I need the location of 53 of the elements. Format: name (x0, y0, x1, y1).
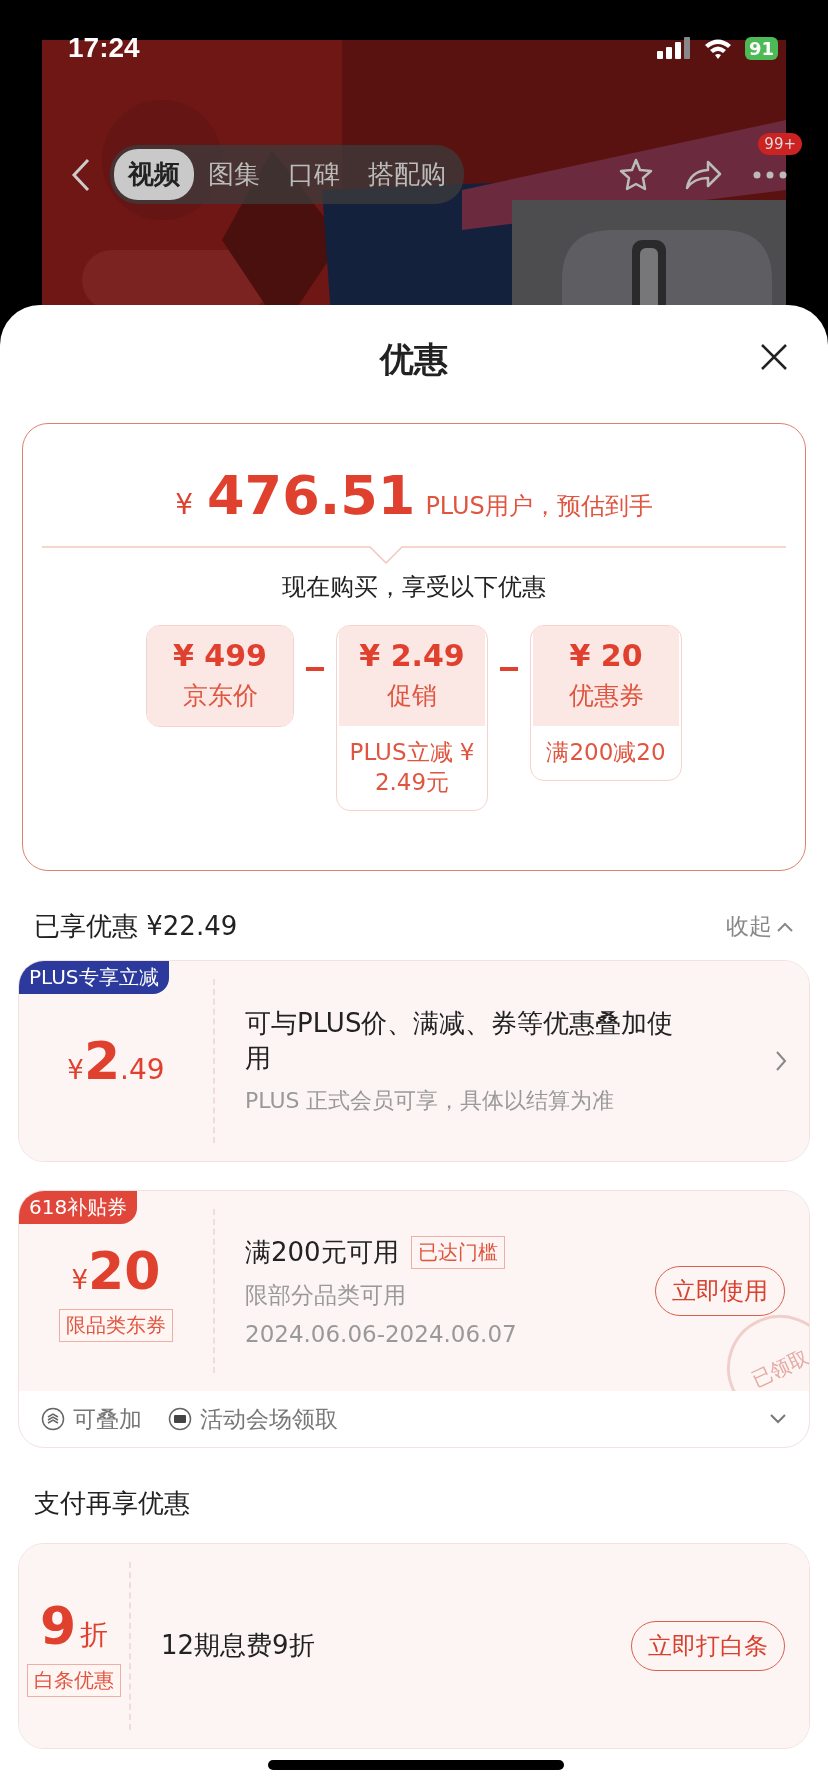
collapse-toggle[interactable]: 收起 (726, 911, 794, 942)
coupon-amount: ¥20 (71, 1240, 161, 1301)
part-label: 京东价 (182, 680, 258, 712)
coupon-title: 可与PLUS价、满减、券等优惠叠加使用 (245, 1006, 675, 1075)
coupon-badge: 白条优惠 (27, 1663, 121, 1697)
media-tab[interactable]: 视频 (114, 149, 194, 200)
close-icon (760, 343, 788, 371)
coupon-amount: 9 折 (39, 1595, 109, 1656)
estimated-price: 476.51 (207, 464, 416, 527)
ticket-icon (168, 1407, 192, 1431)
coupon-note: PLUS 正式会员可享，具体以结算为准 (245, 1087, 616, 1116)
status-badge: 已达门槛 (410, 1236, 505, 1269)
part-amount: ¥ 2.49 (359, 638, 465, 673)
coupon-detail: 2024.06.06-2024.06.07 (245, 1321, 518, 1348)
status-time: 17:24 (68, 32, 140, 64)
part-amount: ¥ 20 (569, 638, 643, 673)
use-button[interactable]: 立即使用 (655, 1266, 785, 1316)
coupon-amount: ¥2.49 (67, 1031, 165, 1091)
more-icon[interactable] (752, 169, 788, 180)
minus-icon (306, 667, 324, 671)
part-amount: ¥ 499 (173, 638, 267, 673)
media-tab[interactable]: 图集 (194, 149, 274, 200)
price-note: PLUS用户，预估到手 (425, 491, 653, 522)
media-tab[interactable]: 口碑 (274, 149, 354, 200)
sheet-title: 优惠 (380, 338, 448, 381)
coupon-title: 满200元可用 (245, 1235, 399, 1269)
part-label: 促销 (387, 680, 437, 712)
coupon-badge: 限品类东券 (59, 1308, 173, 1342)
part-label: 优惠券 (568, 680, 644, 712)
media-tab[interactable]: 搭配购 (354, 149, 460, 200)
part-detail: 满200减20 (545, 738, 667, 767)
notification-badge: 99+ (758, 132, 802, 155)
minus-icon (500, 667, 518, 671)
breakdown-subtitle: 现在购买，享受以下优惠 (282, 572, 546, 603)
star-icon[interactable] (618, 156, 654, 193)
signal-icon (656, 37, 691, 59)
share-icon[interactable] (684, 158, 722, 191)
coupon-tag: PLUS专享立减 (19, 961, 169, 994)
section-heading: 已享优惠 ¥22.49 (34, 910, 238, 943)
chevron-right-icon[interactable] (775, 1050, 787, 1072)
battery-level: 91 (744, 36, 778, 60)
back-icon[interactable] (70, 156, 92, 193)
coupon-title: 12期息费9折 (161, 1629, 316, 1663)
currency-sign: ¥ (175, 488, 193, 521)
coupon-tag: 618补贴券 (19, 1191, 138, 1224)
coupon-detail: 限部分品类可用 (245, 1281, 407, 1311)
stack-icon (41, 1407, 65, 1431)
chevron-down-icon[interactable] (769, 1413, 787, 1425)
pay-button[interactable]: 立即打白条 (631, 1621, 785, 1671)
footer-label: 可叠加 (73, 1404, 142, 1434)
footer-label: 活动会场领取 (200, 1404, 338, 1434)
section-heading: 支付再享优惠 (33, 1487, 191, 1520)
part-detail: PLUS立减 ¥ 2.49元 (348, 738, 476, 797)
